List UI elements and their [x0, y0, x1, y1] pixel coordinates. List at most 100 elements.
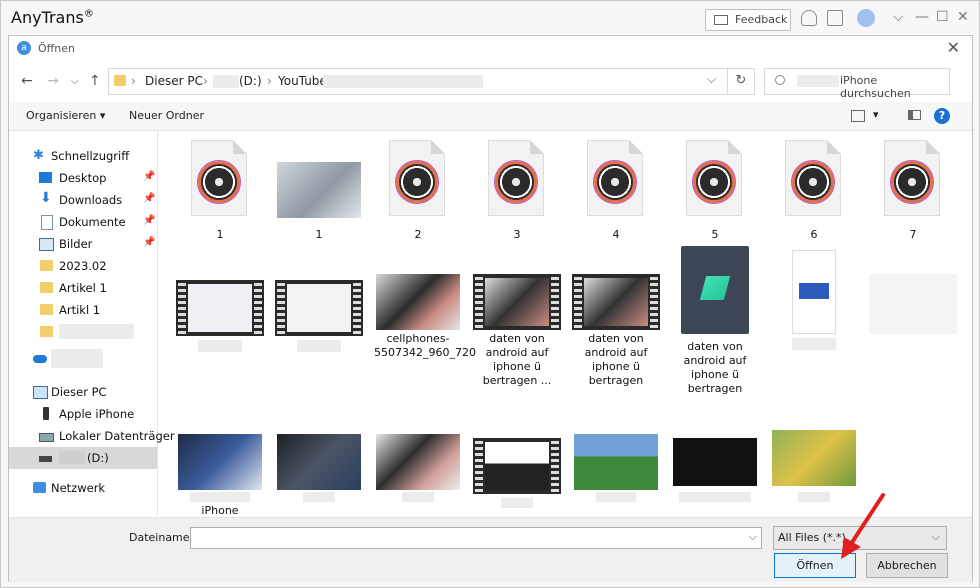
pin-icon: 📌: [143, 215, 156, 226]
menu-chevron-icon[interactable]: ⌵: [893, 9, 904, 25]
computer-icon: [33, 386, 48, 399]
image-thumbnail: [376, 434, 460, 490]
document-icon: [488, 140, 544, 216]
disc-icon: [792, 161, 834, 203]
app-title: AnyTrans®: [11, 8, 94, 27]
sidebar-item-downloads[interactable]: ⬇ Downloads 📌: [9, 189, 157, 211]
sidebar-item-artikel-1[interactable]: Artikel 1: [9, 277, 157, 299]
disc-icon: [891, 161, 933, 203]
minimize-icon[interactable]: —: [915, 9, 929, 25]
address-bar[interactable]: › Dieser PC › (D:) › YouTube ⌵: [108, 68, 728, 95]
view-icon[interactable]: [851, 110, 865, 122]
document-icon: [389, 140, 445, 216]
feedback-button[interactable]: Feedback: [705, 9, 791, 31]
document-icon: [686, 140, 742, 216]
filename-input[interactable]: ⌵: [190, 527, 762, 549]
folder-icon: [114, 75, 126, 86]
dialog-title: Öffnen: [38, 42, 75, 55]
forward-icon[interactable]: →: [47, 73, 59, 89]
sidebar-item-folder[interactable]: [9, 321, 157, 343]
sidebar-item-drive-d[interactable]: (D:): [9, 447, 157, 469]
dialog-titlebar: a Öffnen ✕: [9, 36, 972, 62]
search-input[interactable]: iPhone durchsuchen: [764, 68, 950, 100]
folder-icon: [40, 326, 53, 337]
help-icon[interactable]: ?: [934, 108, 950, 124]
close-app-icon[interactable]: ✕: [957, 9, 969, 25]
pin-icon: 📌: [143, 171, 156, 182]
sidebar-item-local-disk[interactable]: Lokaler Datenträger: [9, 425, 175, 447]
disc-icon: [495, 161, 537, 203]
phone-icon: [43, 407, 49, 420]
drive-icon: [39, 433, 54, 442]
anytrans-icon: a: [17, 41, 31, 55]
address-dropdown-icon[interactable]: ⌵: [707, 72, 716, 87]
star-icon: ✱: [33, 148, 44, 163]
video-thumbnail: [572, 274, 660, 330]
breadcrumb-this-pc[interactable]: Dieser PC: [145, 74, 203, 88]
image-thumbnail: [574, 434, 658, 490]
file-grid: 1 1 2 3 4 5 6 7 cellphones-5507342_960_7…: [159, 132, 971, 517]
avatar[interactable]: [857, 9, 875, 27]
folder-icon: [40, 282, 53, 293]
maximize-icon[interactable]: ☐: [936, 9, 949, 25]
open-dialog: a Öffnen ✕ ← → ⌵ ↑ › Dieser PC › (D:) › …: [8, 35, 973, 582]
disc-icon: [198, 161, 240, 203]
drive-icon: [39, 456, 52, 462]
document-icon: [785, 140, 841, 216]
breadcrumb-drive[interactable]: (D:): [239, 74, 262, 88]
view-dropdown-icon[interactable]: ▾: [873, 108, 879, 121]
chevron-down-icon[interactable]: ⌵: [749, 530, 757, 544]
up-icon[interactable]: ↑: [89, 73, 101, 89]
sidebar-item-onedrive[interactable]: [9, 349, 157, 371]
image-thumbnail: [277, 434, 361, 490]
back-icon[interactable]: ←: [21, 73, 33, 89]
refresh-button[interactable]: ↻: [727, 68, 755, 95]
disc-icon: [396, 161, 438, 203]
document-icon: [587, 140, 643, 216]
dialog-footer: Dateiname: ⌵ All Files (*.*) ⌵ Öffnen Abb…: [9, 517, 972, 582]
breadcrumb-youtube[interactable]: YouTube: [278, 74, 327, 88]
image-thumbnail: [869, 274, 957, 334]
video-thumbnail: [275, 280, 363, 336]
pictures-icon: [39, 238, 54, 251]
filename-label: Dateiname:: [129, 531, 194, 544]
navigation-pane: ✱ Schnellzugriff Desktop 📌 ⬇ Downloads 📌 Dok…: [9, 131, 175, 516]
preview-pane-icon[interactable]: [908, 110, 921, 120]
document-icon: [884, 140, 940, 216]
sidebar-item-artikl-1[interactable]: Artikl 1: [9, 299, 157, 321]
sidebar-item-apple-iphone[interactable]: Apple iPhone: [9, 403, 157, 425]
sidebar-item-quick-access[interactable]: ✱ Schnellzugriff: [9, 145, 157, 167]
disc-icon: [594, 161, 636, 203]
network-icon: [33, 482, 46, 493]
annotation-arrow: [841, 493, 885, 559]
sidebar-item-network[interactable]: Netzwerk: [9, 477, 157, 499]
sidebar-item-folder-2023[interactable]: 2023.02: [9, 255, 157, 277]
video-thumbnail: [473, 274, 561, 330]
pin-icon: 📌: [143, 193, 156, 204]
sidebar-item-this-pc[interactable]: Dieser PC: [9, 381, 157, 403]
desktop-icon: [39, 172, 52, 183]
video-thumbnail: [473, 438, 561, 494]
sidebar-item-documents[interactable]: Dokumente 📌: [9, 211, 157, 233]
folder-icon: [40, 260, 53, 271]
navigation-bar: ← → ⌵ ↑ › Dieser PC › (D:) › YouTube ⌵ ↻…: [9, 64, 972, 100]
image-thumbnail: [277, 162, 361, 218]
image-thumbnail: [792, 250, 836, 334]
search-icon: [775, 75, 785, 85]
image-thumbnail: [673, 438, 757, 486]
recent-chevron-icon[interactable]: ⌵: [71, 76, 79, 87]
download-icon: ⬇: [40, 190, 52, 206]
new-folder-button[interactable]: Neuer Ordner: [129, 109, 204, 122]
image-thumbnail: [178, 434, 262, 490]
disc-icon: [693, 161, 735, 203]
skin-icon[interactable]: [827, 10, 843, 26]
bell-icon[interactable]: [801, 10, 817, 26]
organize-button[interactable]: Organisieren ▾: [26, 109, 105, 122]
folder-icon: [40, 304, 53, 315]
app-titlebar: AnyTrans® Feedback ⌵ — ☐ ✕: [1, 1, 979, 35]
close-icon[interactable]: ✕: [947, 38, 960, 57]
video-thumbnail: [176, 280, 264, 336]
sidebar-item-pictures[interactable]: Bilder 📌: [9, 233, 157, 255]
sidebar-item-desktop[interactable]: Desktop 📌: [9, 167, 157, 189]
document-icon: [41, 215, 53, 230]
